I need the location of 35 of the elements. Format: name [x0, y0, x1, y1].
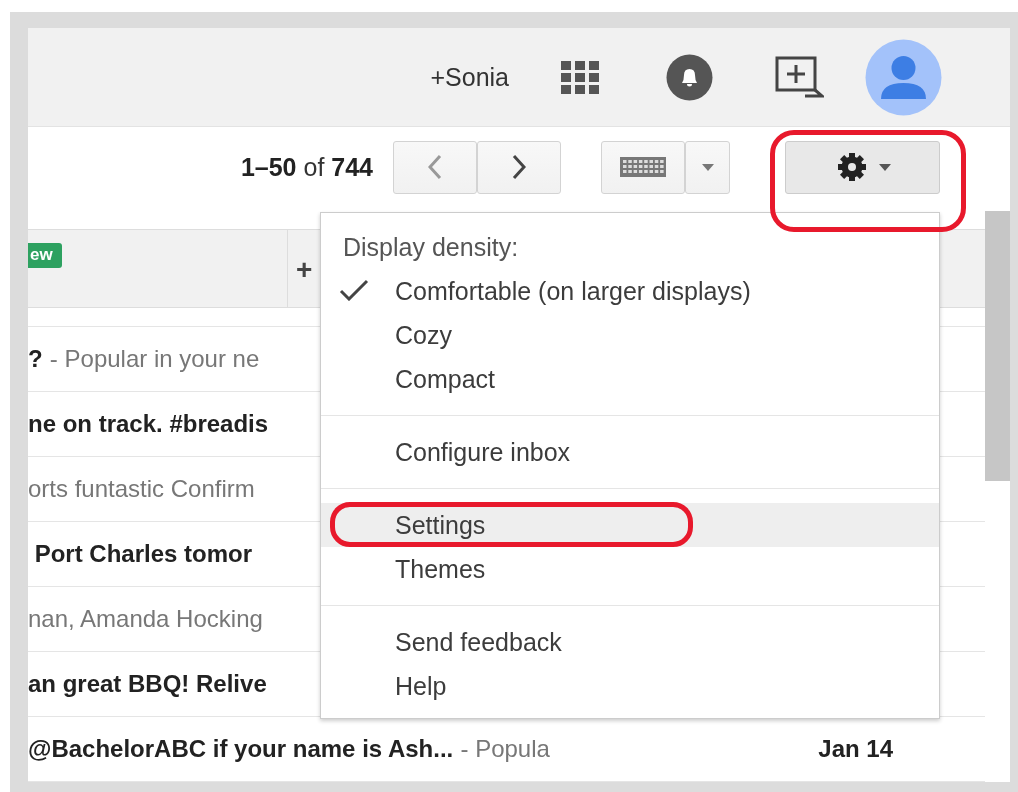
menu-item[interactable]: Themes	[321, 547, 939, 591]
next-button[interactable]	[477, 140, 561, 194]
page-range: 1–50 of 744	[240, 152, 373, 182]
email-snippet: orts funtastic Confirm	[28, 475, 255, 503]
settings-button[interactable]	[785, 140, 940, 194]
email-subject: an great BBQ! Relive	[28, 670, 267, 698]
menu-item[interactable]: Configure inbox	[321, 430, 939, 474]
menu-item[interactable]: Cozy	[321, 313, 939, 357]
apps-grid-icon[interactable]	[561, 60, 601, 94]
new-badge: ew	[28, 243, 62, 268]
email-subject: ne on track. #breadis	[28, 410, 269, 438]
menu-item[interactable]: Help	[321, 664, 939, 708]
email-subject: @BachelorABC if your name is Ash...	[28, 735, 454, 763]
keyboard-button[interactable]	[601, 140, 685, 194]
caret-icon	[701, 163, 714, 171]
email-snippet: - Popular in your ne	[49, 345, 260, 373]
chevron-right-icon	[512, 154, 526, 181]
caret-icon	[878, 163, 891, 171]
email-snippet: - Popula	[460, 735, 550, 763]
notifications-icon[interactable]	[666, 53, 713, 101]
chevron-left-icon	[428, 154, 442, 181]
keyboard-icon	[620, 157, 666, 178]
scrollbar-thumb[interactable]	[985, 211, 1010, 481]
menu-item[interactable]: Send feedback	[321, 620, 939, 664]
menu-item[interactable]: Compact	[321, 357, 939, 401]
email-snippet: nan, Amanda Hocking	[28, 605, 263, 633]
email-subject: ?	[28, 345, 43, 373]
menu-item[interactable]: Comfortable (on larger displays)	[321, 269, 939, 313]
add-tab-button[interactable]: +	[288, 230, 313, 309]
email-date: Jan 14	[818, 735, 893, 763]
share-icon[interactable]	[775, 56, 824, 99]
menu-heading: Display density:	[343, 232, 519, 263]
avatar-icon[interactable]	[865, 38, 942, 116]
user-link[interactable]: +Sonia	[430, 62, 509, 92]
email-subject: Port Charles tomor	[33, 540, 253, 568]
